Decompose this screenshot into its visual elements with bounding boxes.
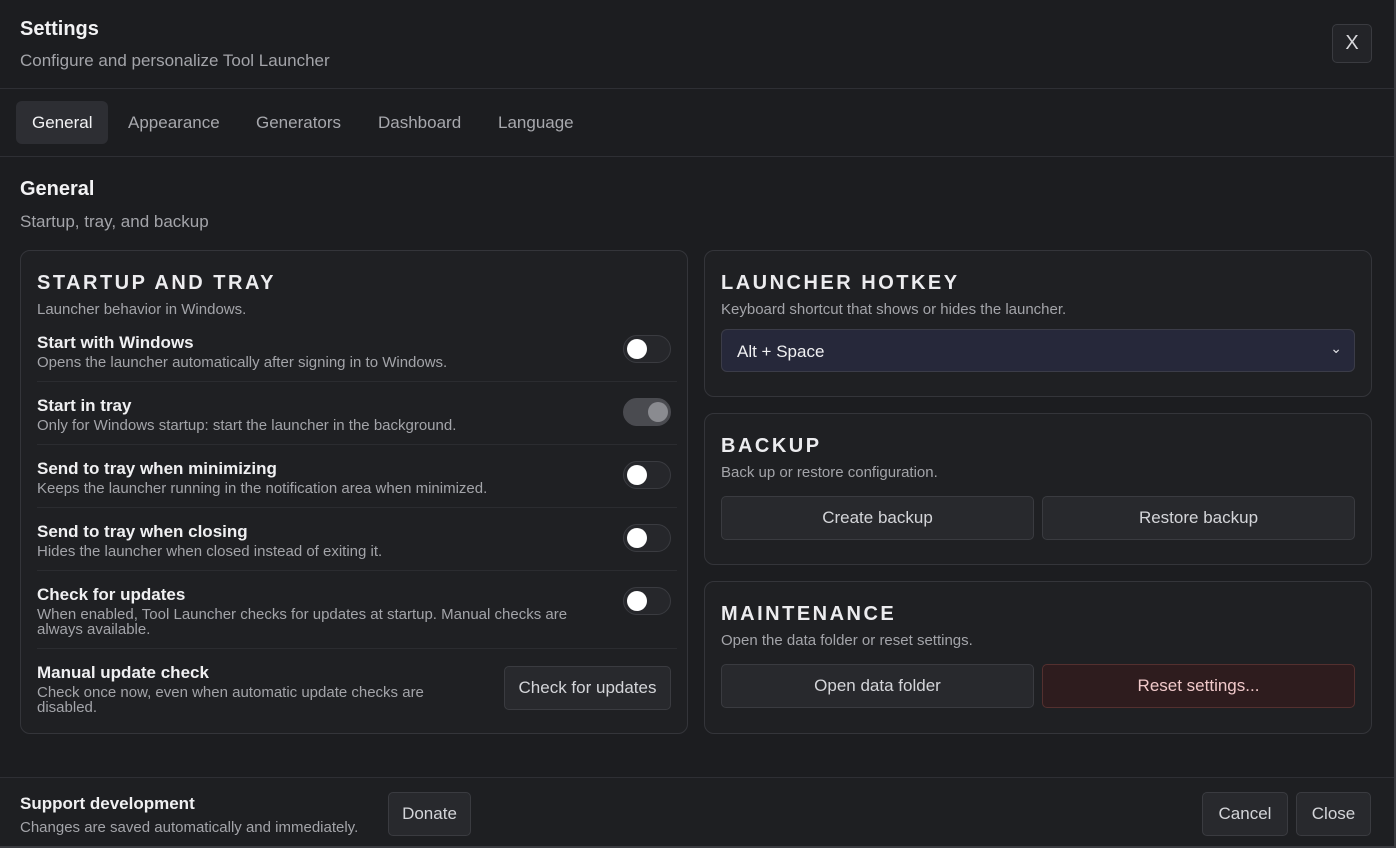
check-updates-toggle[interactable] xyxy=(623,587,671,615)
tab-generators[interactable]: Generators xyxy=(240,101,357,144)
setting-row-tray-close: Send to tray when closing Hides the laun… xyxy=(37,522,677,571)
settings-header: Settings Configure and personalize Tool … xyxy=(0,0,1394,89)
hotkey-select[interactable]: Alt + Space ⌄ xyxy=(721,329,1355,372)
setting-label: Send to tray when closing xyxy=(37,522,248,541)
setting-description: When enabled, Tool Launcher checks for u… xyxy=(37,606,568,638)
setting-label: Check for updates xyxy=(37,585,186,604)
tab-bar: General Appearance Generators Dashboard … xyxy=(0,89,1394,157)
start-with-windows-toggle[interactable] xyxy=(623,335,671,363)
card-subtitle: Keyboard shortcut that shows or hides th… xyxy=(721,301,1067,318)
setting-row-start-with-windows: Start with Windows Opens the launcher au… xyxy=(37,333,677,382)
tab-appearance[interactable]: Appearance xyxy=(112,101,236,144)
page-title: Settings xyxy=(20,18,99,40)
cancel-button[interactable]: Cancel xyxy=(1202,792,1288,836)
tray-minimize-toggle[interactable] xyxy=(623,461,671,489)
tray-close-toggle[interactable] xyxy=(623,524,671,552)
toggle-knob xyxy=(627,465,647,485)
tab-language[interactable]: Language xyxy=(482,101,590,144)
card-subtitle: Back up or restore configuration. xyxy=(721,464,938,481)
setting-description: Check once now, even when automatic upda… xyxy=(37,684,424,716)
toggle-knob xyxy=(627,339,647,359)
setting-row-check-updates: Check for updates When enabled, Tool Lau… xyxy=(37,585,677,649)
card-title: BACKUP xyxy=(721,435,822,457)
setting-row-start-in-tray: Start in tray Only for Windows startup: … xyxy=(37,396,677,445)
restore-backup-button[interactable]: Restore backup xyxy=(1042,496,1355,540)
setting-row-manual-update: Manual update check Check once now, even… xyxy=(37,663,677,723)
toggle-knob xyxy=(627,591,647,611)
support-title: Support development xyxy=(20,794,195,813)
setting-description: Only for Windows startup: start the laun… xyxy=(37,417,457,434)
card-title: STARTUP AND TRAY xyxy=(37,272,276,294)
hotkey-select-value: Alt + Space xyxy=(737,342,825,361)
open-data-folder-button[interactable]: Open data folder xyxy=(721,664,1034,708)
card-title: MAINTENANCE xyxy=(721,603,897,625)
setting-description: Keeps the launcher running in the notifi… xyxy=(37,480,488,497)
setting-description: Opens the launcher automatically after s… xyxy=(37,354,448,371)
card-title: LAUNCHER HOTKEY xyxy=(721,272,960,294)
close-button[interactable]: Close xyxy=(1296,792,1371,836)
setting-description: Hides the launcher when closed instead o… xyxy=(37,543,383,560)
setting-label: Start in tray xyxy=(37,396,132,415)
start-in-tray-toggle[interactable] xyxy=(623,398,671,426)
reset-settings-button[interactable]: Reset settings... xyxy=(1042,664,1355,708)
maintenance-card: MAINTENANCE Open the data folder or rese… xyxy=(704,581,1372,734)
close-window-button[interactable]: X xyxy=(1332,24,1372,63)
card-subtitle: Launcher behavior in Windows. xyxy=(37,301,247,318)
tab-general[interactable]: General xyxy=(16,101,109,144)
section-title: General xyxy=(20,178,95,200)
startup-tray-card: STARTUP AND TRAY Launcher behavior in Wi… xyxy=(20,250,688,734)
card-subtitle: Open the data folder or reset settings. xyxy=(721,632,973,649)
setting-label: Start with Windows xyxy=(37,333,194,352)
tab-dashboard[interactable]: Dashboard xyxy=(362,101,477,144)
save-status-text: Changes are saved automatically and imme… xyxy=(20,819,359,836)
check-for-updates-button[interactable]: Check for updates xyxy=(504,666,671,710)
footer-bar: Support development Changes are saved au… xyxy=(0,777,1394,846)
toggle-knob xyxy=(627,528,647,548)
setting-row-tray-minimize: Send to tray when minimizing Keeps the l… xyxy=(37,459,677,508)
chevron-down-icon: ⌄ xyxy=(1330,340,1342,356)
section-subtitle: Startup, tray, and backup xyxy=(20,212,209,231)
toggle-knob xyxy=(648,402,668,422)
launcher-hotkey-card: LAUNCHER HOTKEY Keyboard shortcut that s… xyxy=(704,250,1372,397)
setting-label: Send to tray when minimizing xyxy=(37,459,277,478)
backup-card: BACKUP Back up or restore configuration.… xyxy=(704,413,1372,565)
setting-label: Manual update check xyxy=(37,663,209,682)
donate-button[interactable]: Donate xyxy=(388,792,471,836)
settings-window: Settings Configure and personalize Tool … xyxy=(0,0,1396,848)
create-backup-button[interactable]: Create backup xyxy=(721,496,1034,540)
page-subtitle: Configure and personalize Tool Launcher xyxy=(20,51,330,70)
